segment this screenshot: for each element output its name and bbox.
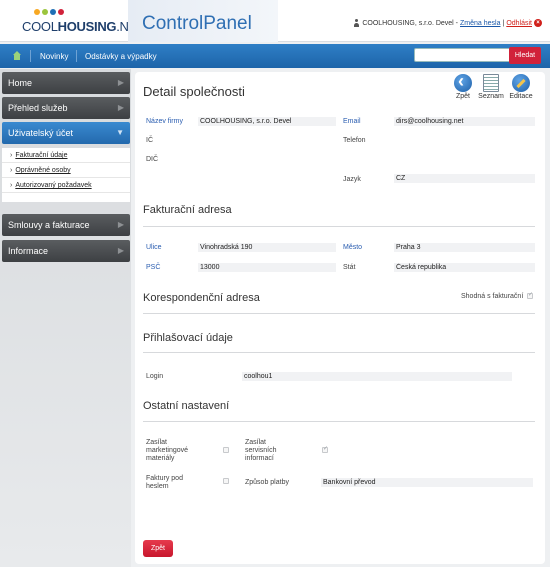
billing-heading: Fakturační adresa: [143, 204, 232, 216]
back-tool-button[interactable]: Zpět: [450, 71, 476, 102]
service-info-checkbox[interactable]: [322, 445, 328, 453]
login-label: Login: [146, 373, 164, 380]
list-tool-label: Seznam: [478, 93, 504, 100]
sidebar-item-uzivatelsky-ucet[interactable]: Uživatelský účet ▼: [2, 122, 130, 144]
city-label: Město: [343, 244, 363, 251]
login-heading: Přihlašovací údaje: [143, 332, 233, 344]
same-as-billing-label: Shodná s fakturační: [461, 293, 524, 300]
back-arrow-icon: [454, 71, 472, 92]
country-label: Stát: [343, 264, 356, 271]
company-name-value: COOLHOUSING, s.r.o. Devel: [198, 117, 336, 126]
sidebar-item-label: Přehled služeb: [8, 103, 68, 113]
sidebar-subnav: Fakturační údaje Oprávněné osoby Autoriz…: [2, 148, 130, 202]
sidebar-item-prehled-sluzeb[interactable]: Přehled služeb ▶: [2, 97, 130, 119]
chevron-right-icon: ▶: [117, 103, 124, 112]
subnav-fakturacni-udaje[interactable]: Fakturační údaje: [2, 148, 130, 163]
change-password-link[interactable]: Změna hesla: [460, 20, 500, 27]
payment-method-value: Bankovní převod: [321, 478, 533, 487]
divider: [143, 352, 535, 353]
street-label: Ulice: [146, 244, 162, 251]
email-label: Email: [343, 118, 361, 125]
user-name: COOLHOUSING, s.r.o. Devel -: [362, 19, 459, 27]
user-area: COOLHOUSING, s.r.o. Devel - Změna hesla …: [353, 19, 542, 27]
same-as-billing-checkbox[interactable]: [527, 291, 533, 299]
logo-text: COOLHOUSING.NET: [22, 19, 145, 34]
edit-tool-label: Editace: [509, 93, 533, 100]
main-panel: Detail společnosti Zpět Seznam Editace N…: [135, 71, 545, 564]
sidebar-item-informace[interactable]: Informace ▶: [2, 240, 130, 262]
zip-label: PSČ: [146, 264, 161, 271]
sidebar-item-label: Uživatelský účet: [8, 128, 74, 138]
app-title: ControlPanel: [142, 13, 252, 34]
nav-divider: [76, 50, 77, 62]
service-info-label: Zasílat servisních informací: [245, 439, 277, 462]
street-value: Vinohradská 190: [198, 243, 336, 252]
divider: [143, 226, 535, 227]
list-tool-button[interactable]: Seznam: [478, 74, 504, 102]
back-tool-label: Zpět: [455, 93, 470, 100]
page-title: Detail společnosti: [143, 84, 245, 99]
nav-divider: [30, 50, 31, 62]
company-name-label: Název firmy: [146, 118, 183, 125]
sidebar-item-smlouvy[interactable]: Smlouvy a fakturace ▶: [2, 214, 130, 236]
language-value: CZ: [394, 174, 535, 183]
country-value: Česká republika: [394, 263, 535, 272]
list-icon: [483, 74, 499, 92]
chevron-right-icon: ▶: [117, 78, 124, 87]
divider: [143, 421, 535, 422]
marketing-checkbox[interactable]: [223, 447, 229, 453]
zip-value: 13000: [198, 263, 336, 272]
marketing-label: Zasílat marketingové materiály: [146, 439, 189, 462]
sidebar-item-home[interactable]: Home ▶: [2, 72, 130, 94]
header-separator: |: [502, 19, 505, 27]
subnav-autorizovany-pozadavek[interactable]: Autorizovaný požadavek: [2, 178, 130, 193]
invoice-password-checkbox[interactable]: [223, 478, 229, 484]
nav-odstavky[interactable]: Odstávky a výpadky: [85, 52, 157, 61]
search-button[interactable]: Hledat: [509, 47, 541, 64]
chevron-down-icon: ▼: [116, 128, 124, 137]
payment-method-label: Způsob platby: [245, 479, 289, 486]
sidebar-item-label: Smlouvy a fakturace: [8, 220, 90, 230]
correspondence-heading: Korespondenční adresa: [143, 292, 260, 304]
edit-tool-button[interactable]: Editace: [508, 74, 534, 102]
language-label: Jazyk: [343, 176, 361, 183]
invoice-password-label: Faktury pod heslem: [146, 475, 183, 490]
logout-link[interactable]: Odhlásit: [506, 20, 532, 27]
home-icon[interactable]: [12, 51, 22, 61]
user-icon: [353, 19, 360, 27]
chevron-right-icon: ▶: [117, 246, 124, 255]
phone-label: Telefon: [343, 137, 366, 144]
search-input[interactable]: [414, 48, 510, 62]
logout-icon[interactable]: ×: [534, 19, 542, 27]
nav-novinky[interactable]: Novinky: [40, 52, 68, 61]
city-value: Praha 3: [394, 243, 535, 252]
divider: [143, 313, 535, 314]
email-value: dirs@coolhousing.net: [394, 117, 535, 126]
sidebar-item-label: Informace: [8, 246, 49, 256]
ic-label: IČ: [146, 137, 153, 144]
login-value: coolhou1: [242, 372, 512, 381]
sidebar: Home ▶ Přehled služeb ▶ Uživatelský účet ▼ …: [0, 69, 131, 567]
subnav-opravnene-osoby[interactable]: Oprávněné osoby: [2, 163, 130, 178]
other-settings-heading: Ostatní nastavení: [143, 400, 230, 412]
sidebar-item-label: Home: [8, 78, 33, 88]
logo-circles-icon: [34, 9, 66, 17]
chevron-right-icon: ▶: [117, 220, 124, 229]
back-button[interactable]: Zpět: [143, 540, 173, 557]
coolhousing-logo[interactable]: COOLHOUSING.NET: [22, 9, 145, 37]
dic-label: DIČ: [146, 156, 159, 163]
header: COOLHOUSING.NET ControlPanel COOLHOUSING…: [0, 0, 550, 42]
pencil-icon: [512, 74, 530, 92]
